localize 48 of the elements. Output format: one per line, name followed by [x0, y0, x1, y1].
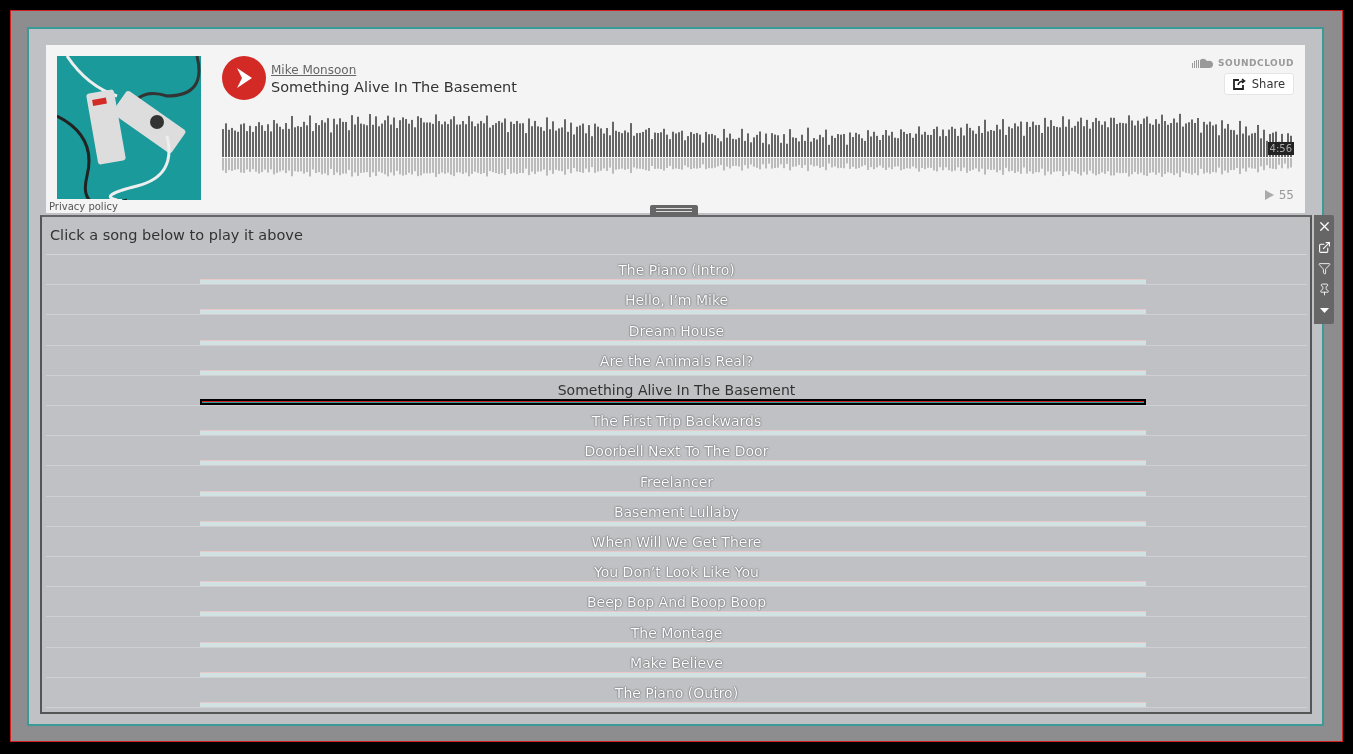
external-link-icon [1317, 241, 1331, 254]
song-bar[interactable] [199, 520, 1146, 526]
play-count-icon [1264, 190, 1274, 200]
play-count: 55 [1278, 188, 1294, 202]
waveform-drawing[interactable] [222, 112, 1293, 180]
track-title: Something Alive In The Basement [271, 79, 518, 95]
song-title[interactable]: The Piano (Intro) [618, 262, 735, 279]
song-title[interactable]: Hello, I’m Mike [624, 292, 729, 309]
caret-icon [1319, 308, 1329, 313]
duration-label: 4:56 [1267, 142, 1294, 155]
resize-handle[interactable] [650, 205, 698, 215]
share-icon [1232, 78, 1246, 90]
song-bar[interactable] [199, 369, 1146, 375]
song-title[interactable]: Are the Animals Real? [599, 352, 754, 369]
artist-link[interactable]: Mike Monsoon [271, 63, 357, 77]
song-title[interactable]: The First Trip Backwards [591, 413, 762, 430]
pin-icon [1317, 283, 1331, 296]
play-icon [235, 67, 253, 89]
song-title[interactable]: Make Believe [630, 654, 723, 671]
song-title[interactable]: Beep Bop And Boop Boop [586, 594, 767, 611]
filter-icon [1317, 262, 1331, 275]
song-bar[interactable] [199, 430, 1146, 436]
song-bar[interactable] [199, 551, 1146, 557]
share-button[interactable]: Share [1223, 73, 1294, 95]
song-title[interactable]: Dream House [628, 322, 725, 339]
play-button[interactable] [222, 56, 266, 100]
song-bar[interactable] [199, 671, 1146, 677]
selected-bar[interactable] [199, 399, 1146, 405]
song-title[interactable]: When Will We Get There [591, 534, 762, 551]
song-title[interactable]: Basement Lullaby [613, 503, 740, 520]
song-bar[interactable] [199, 490, 1146, 496]
song-title[interactable]: Freelancer [639, 473, 714, 490]
song-bar[interactable] [199, 641, 1146, 647]
song-bar[interactable] [199, 581, 1146, 587]
song-bar[interactable] [199, 702, 1146, 708]
song-bar[interactable] [199, 339, 1146, 345]
song-title[interactable]: Something Alive In The Basement [557, 382, 796, 398]
song-title[interactable]: The Piano (Outro) [614, 685, 739, 702]
song-title[interactable]: You Don’t Look Like You [594, 564, 759, 581]
panel-title: Click a song below to play it above [49, 226, 304, 245]
cloud-logo-icon [1192, 58, 1215, 68]
song-bar[interactable] [199, 611, 1146, 617]
song-title[interactable]: The Montage [630, 624, 723, 641]
song-bar[interactable] [199, 309, 1146, 315]
song-bar[interactable] [199, 460, 1146, 466]
song-bar[interactable] [199, 279, 1146, 285]
song-title[interactable]: Doorbell Next To The Door [584, 443, 769, 460]
brand-wordmark: SOUNDCLOUD [1218, 58, 1294, 68]
